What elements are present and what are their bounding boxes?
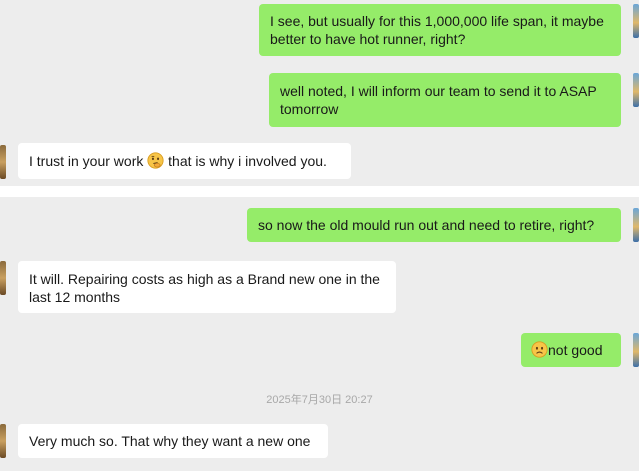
message-text: that is why i involved you.: [164, 153, 327, 169]
message-text: I trust in your work: [29, 153, 148, 169]
contact-avatar[interactable]: [0, 145, 6, 179]
message-text: Very much so. That why they want a new o…: [29, 433, 311, 449]
chat-timestamp: 2025年7月30日 20:27: [266, 394, 373, 406]
message-bubble-outgoing[interactable]: so now the old mould run out and need to…: [247, 208, 621, 242]
contact-avatar[interactable]: [0, 261, 6, 295]
message-bubble-incoming[interactable]: I trust in your work that is why i invol…: [18, 143, 351, 179]
message-bubble-outgoing[interactable]: I see, but usually for this 1,000,000 li…: [259, 4, 621, 56]
message-text: well noted, I will inform our team to se…: [280, 83, 597, 117]
chat-panel-top: I see, but usually for this 1,000,000 li…: [0, 0, 639, 186]
message-text: not good: [548, 342, 603, 358]
frowning-face-icon: [531, 341, 548, 358]
user-avatar[interactable]: [633, 208, 639, 242]
message-bubble-incoming[interactable]: It will. Repairing costs as high as a Br…: [18, 261, 396, 313]
thinking-face-icon: [147, 152, 164, 169]
chat-panel-bottom: so now the old mould run out and need to…: [0, 197, 639, 471]
message-text: I see, but usually for this 1,000,000 li…: [270, 13, 604, 47]
user-avatar[interactable]: [633, 4, 639, 38]
user-avatar[interactable]: [633, 333, 639, 367]
message-text: It will. Repairing costs as high as a Br…: [29, 271, 380, 305]
message-text: so now the old mould run out and need to…: [258, 217, 595, 233]
message-bubble-outgoing[interactable]: well noted, I will inform our team to se…: [269, 73, 621, 127]
contact-avatar[interactable]: [0, 424, 6, 458]
message-bubble-incoming[interactable]: Very much so. That why they want a new o…: [18, 424, 328, 458]
message-bubble-outgoing[interactable]: not good: [521, 333, 621, 367]
user-avatar[interactable]: [633, 73, 639, 107]
